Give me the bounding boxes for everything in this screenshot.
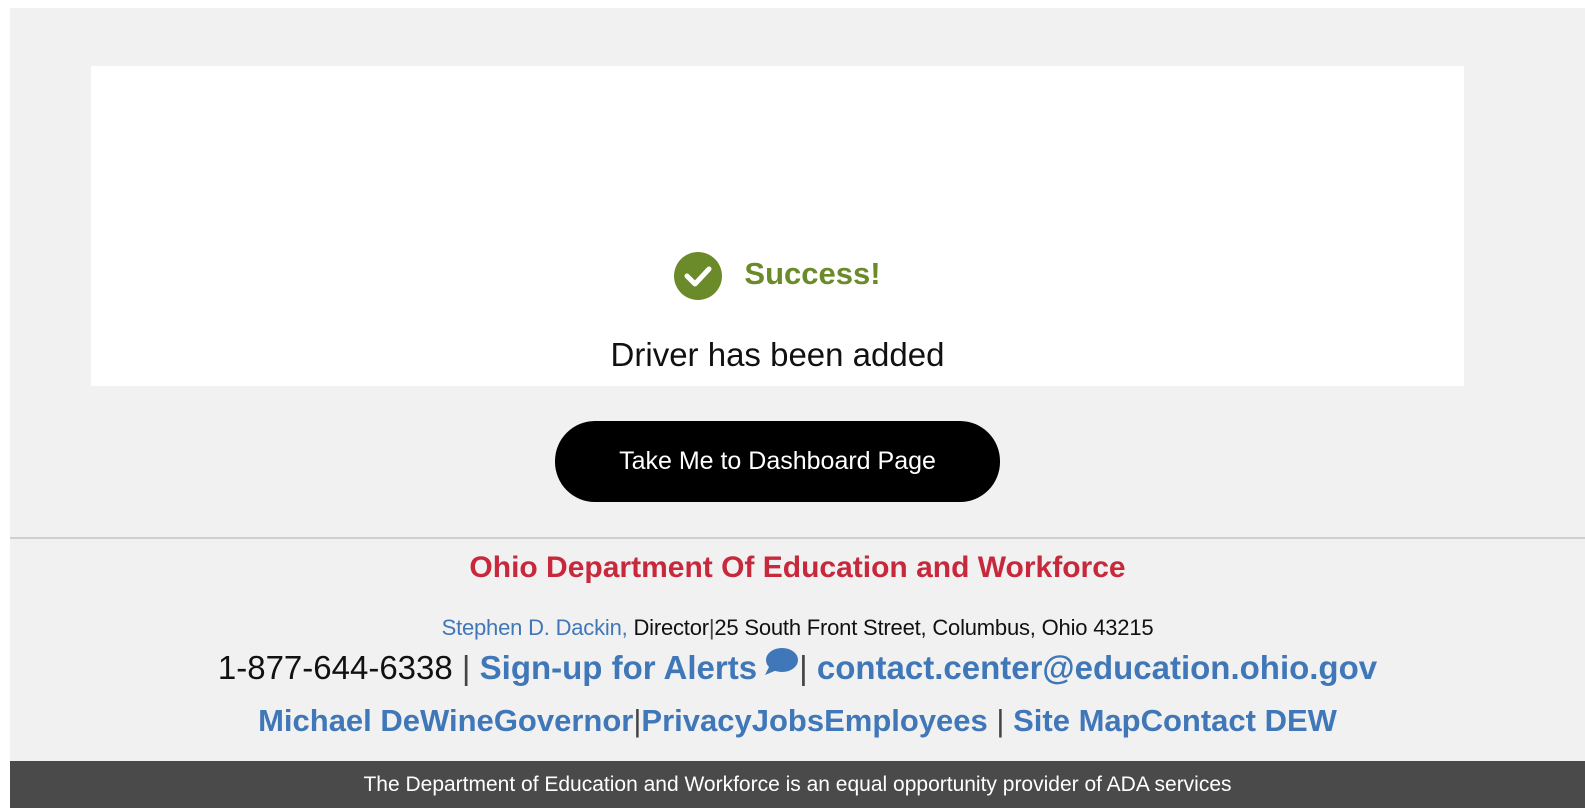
alerts-link[interactable]: Sign-up for Alerts <box>479 647 799 686</box>
privacy-link[interactable]: Privacy <box>641 703 751 738</box>
check-circle-icon <box>674 252 723 300</box>
footer-links: Michael DeWineGovernor | PrivacyJobsEmploy… <box>10 703 1585 739</box>
main-content-area: Success! Driver has been added Take Me t… <box>10 8 1585 546</box>
separator: | <box>461 649 471 686</box>
email-link[interactable]: contact.center@education.ohio.gov <box>817 649 1377 686</box>
governor-label: Governor <box>493 703 634 738</box>
alerts-link-label: Sign-up for Alerts <box>479 649 758 686</box>
dashboard-button[interactable]: Take Me to Dashboard Page <box>555 421 1000 502</box>
chat-bubble-icon <box>763 647 799 685</box>
address-line: Stephen D. Dackin, Director|25 South Fro… <box>10 615 1585 641</box>
ada-notice-bar: The Department of Education and Workforc… <box>10 761 1585 808</box>
success-title: Success! <box>744 256 881 291</box>
contact-line: 1-877-644-6338 | Sign-up for Alerts | con… <box>10 647 1585 687</box>
address-text: 25 South Front Street, Columbus, Ohio 43… <box>714 615 1154 640</box>
separator: | <box>799 649 808 686</box>
governor-link[interactable]: Michael DeWineGovernor <box>258 703 633 738</box>
separator: | <box>996 703 1005 738</box>
success-card: Success! Driver has been added <box>91 66 1464 386</box>
success-message: Driver has been added <box>610 336 945 373</box>
ada-notice: The Department of Education and Workforc… <box>363 772 1232 796</box>
employees-link[interactable]: Employees <box>824 703 988 738</box>
footer: Ohio Department Of Education and Workfor… <box>10 539 1585 761</box>
director-link[interactable]: Stephen D. Dackin, <box>442 615 628 640</box>
phone-number: 1-877-644-6338 <box>217 649 453 686</box>
governor-name: Michael DeWine <box>258 703 494 738</box>
success-header: Success! <box>91 252 1464 300</box>
org-name: Ohio Department Of Education and Workfor… <box>469 551 1126 584</box>
contact-dew-link[interactable]: Contact DEW <box>1141 703 1337 738</box>
jobs-link[interactable]: Jobs <box>752 703 824 738</box>
director-title: Director <box>627 615 709 640</box>
sitemap-link[interactable]: Site Map <box>1013 703 1140 738</box>
